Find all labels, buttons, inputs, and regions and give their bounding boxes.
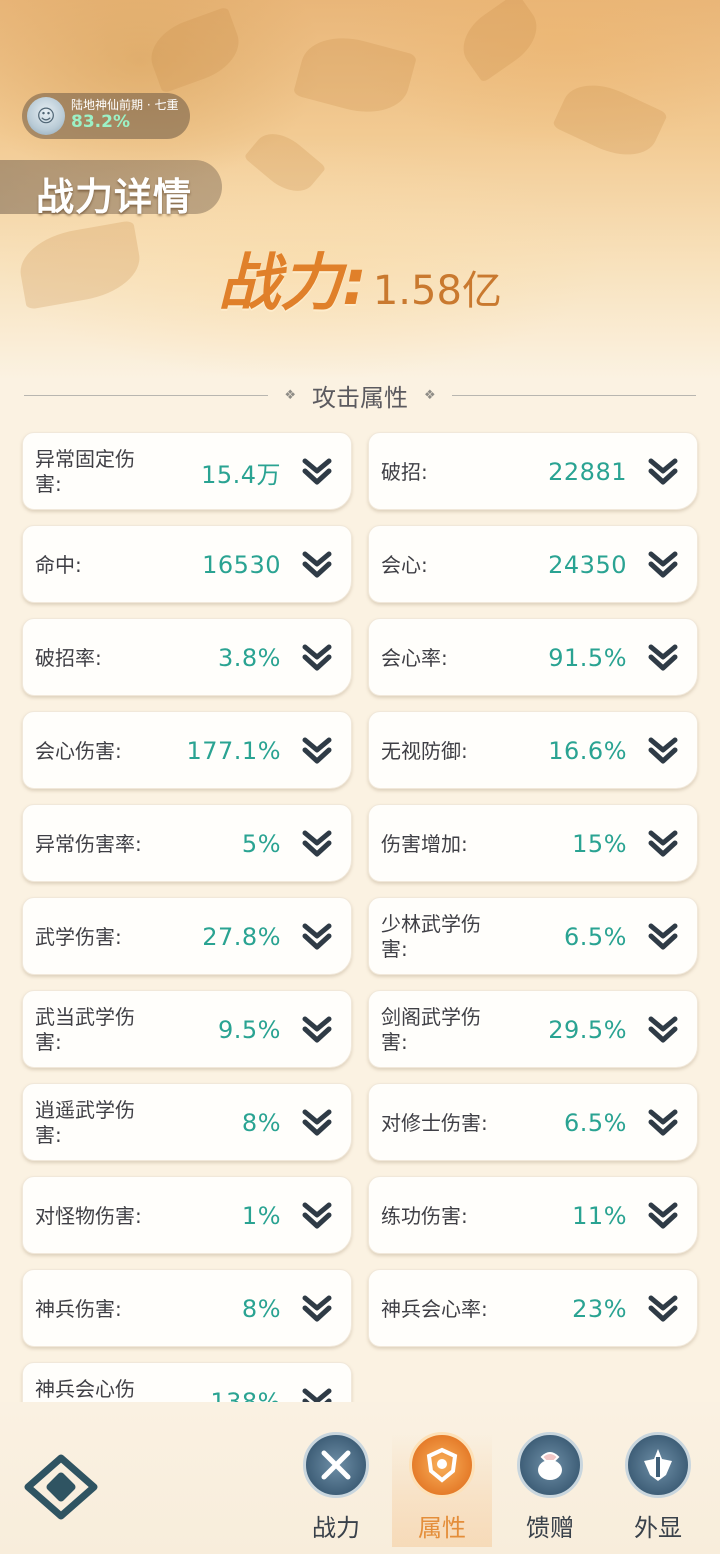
attribute-value: 177.1% xyxy=(186,737,281,765)
attribute-value: 29.5% xyxy=(548,1016,627,1044)
attribute-label: 伤害增加: xyxy=(381,831,468,856)
attribute-card[interactable]: 会心率: 91.5% xyxy=(368,618,698,696)
tab-label: 战力 xyxy=(312,1514,360,1542)
attribute-label: 武学伤害: xyxy=(35,924,122,949)
double-chevron-down-icon[interactable] xyxy=(301,1201,333,1231)
attribute-label: 神兵会心伤害: xyxy=(35,1377,135,1401)
attribute-card[interactable]: 对怪物伤害: 1% xyxy=(22,1176,352,1254)
tab-gifts[interactable]: 馈赠 xyxy=(500,1432,600,1547)
attribute-card[interactable]: 会心伤害: 177.1% xyxy=(22,711,352,789)
attribute-value: 6.5% xyxy=(564,1109,627,1137)
attribute-label: 异常固定伤害: xyxy=(35,447,135,496)
attribute-label: 会心率: xyxy=(381,645,448,670)
double-chevron-down-icon[interactable] xyxy=(647,1201,679,1231)
attribute-label: 异常伤害率: xyxy=(35,831,142,856)
tab-appearance[interactable]: 外显 xyxy=(608,1432,708,1547)
double-chevron-down-icon[interactable] xyxy=(301,643,333,673)
double-chevron-down-icon[interactable] xyxy=(647,829,679,859)
bottom-nav: 战力 属性 馈赠 外显 xyxy=(0,1402,720,1554)
attribute-value: 16530 xyxy=(202,551,281,579)
attribute-value: 15.4万 xyxy=(201,460,281,489)
attribute-label: 神兵伤害: xyxy=(35,1296,122,1321)
attribute-value: 5% xyxy=(241,830,281,858)
attribute-value: 1% xyxy=(241,1202,281,1230)
attribute-card[interactable]: 异常伤害率: 5% xyxy=(22,804,352,882)
attribute-label: 破招: xyxy=(381,459,428,484)
attribute-card[interactable]: 逍遥武学伤害: 8% xyxy=(22,1083,352,1161)
double-chevron-down-icon[interactable] xyxy=(647,1294,679,1324)
tab-attributes[interactable]: 属性 xyxy=(392,1432,492,1547)
attribute-value: 22881 xyxy=(548,458,627,486)
attribute-card[interactable]: 伤害增加: 15% xyxy=(368,804,698,882)
attribute-label: 对怪物伤害: xyxy=(35,1203,142,1228)
attribute-card[interactable]: 武当武学伤害: 9.5% xyxy=(22,990,352,1068)
tab-power[interactable]: 战力 xyxy=(286,1432,386,1547)
attribute-label: 无视防御: xyxy=(381,738,468,763)
attribute-label: 破招率: xyxy=(35,645,102,670)
double-chevron-down-icon[interactable] xyxy=(301,829,333,859)
attribute-value: 23% xyxy=(572,1295,627,1323)
double-chevron-down-icon[interactable] xyxy=(647,1015,679,1045)
attribute-card[interactable]: 神兵会心率: 23% xyxy=(368,1269,698,1347)
attribute-label: 练功伤害: xyxy=(381,1203,468,1228)
crossed-swords-icon xyxy=(303,1432,369,1498)
double-chevron-down-icon[interactable] xyxy=(647,922,679,952)
attribute-shield-icon xyxy=(409,1432,475,1498)
attribute-value: 9.5% xyxy=(218,1016,281,1044)
double-chevron-down-icon[interactable] xyxy=(647,736,679,766)
tab-label: 外显 xyxy=(634,1514,682,1542)
attribute-value: 138% xyxy=(210,1388,281,1402)
attribute-label: 对修士伤害: xyxy=(381,1110,488,1135)
attribute-value: 3.8% xyxy=(218,644,281,672)
double-chevron-down-icon[interactable] xyxy=(301,1387,333,1402)
attribute-value: 16.6% xyxy=(548,737,627,765)
attribute-card[interactable]: 破招: 22881 xyxy=(368,432,698,510)
attribute-label: 武当武学伤害: xyxy=(35,1005,135,1054)
attribute-card[interactable]: 神兵会心伤害: 138% xyxy=(22,1362,352,1402)
double-chevron-down-icon[interactable] xyxy=(647,1108,679,1138)
double-chevron-down-icon[interactable] xyxy=(301,736,333,766)
attribute-label: 会心伤害: xyxy=(35,738,122,763)
attribute-card[interactable]: 命中: 16530 xyxy=(22,525,352,603)
attribute-card[interactable]: 神兵伤害: 8% xyxy=(22,1269,352,1347)
attribute-card[interactable]: 武学伤害: 27.8% xyxy=(22,897,352,975)
double-chevron-down-icon[interactable] xyxy=(301,922,333,952)
gift-bag-icon xyxy=(517,1432,583,1498)
double-chevron-down-icon[interactable] xyxy=(647,457,679,487)
attribute-card[interactable]: 少林武学伤害: 6.5% xyxy=(368,897,698,975)
attribute-card[interactable]: 练功伤害: 11% xyxy=(368,1176,698,1254)
double-chevron-down-icon[interactable] xyxy=(301,550,333,580)
home-icon[interactable] xyxy=(22,1454,100,1520)
attribute-card[interactable]: 无视防御: 16.6% xyxy=(368,711,698,789)
attribute-card[interactable]: 异常固定伤害: 15.4万 xyxy=(22,432,352,510)
attribute-card[interactable]: 剑阁武学伤害: 29.5% xyxy=(368,990,698,1068)
armor-icon xyxy=(625,1432,691,1498)
double-chevron-down-icon[interactable] xyxy=(301,1015,333,1045)
attribute-value: 27.8% xyxy=(202,923,281,951)
double-chevron-down-icon[interactable] xyxy=(647,550,679,580)
attribute-label: 剑阁武学伤害: xyxy=(381,1005,481,1054)
attribute-label: 会心: xyxy=(381,552,428,577)
attribute-value: 15% xyxy=(572,830,627,858)
attribute-value: 11% xyxy=(572,1202,627,1230)
attribute-value: 24350 xyxy=(548,551,627,579)
attribute-card[interactable]: 破招率: 3.8% xyxy=(22,618,352,696)
attribute-card[interactable]: 对修士伤害: 6.5% xyxy=(368,1083,698,1161)
attribute-label: 神兵会心率: xyxy=(381,1296,488,1321)
attribute-value: 8% xyxy=(241,1109,281,1137)
attribute-label: 少林武学伤害: xyxy=(381,912,481,961)
double-chevron-down-icon[interactable] xyxy=(301,1108,333,1138)
double-chevron-down-icon[interactable] xyxy=(301,457,333,487)
double-chevron-down-icon[interactable] xyxy=(301,1294,333,1324)
attribute-value: 91.5% xyxy=(548,644,627,672)
tab-label: 属性 xyxy=(418,1514,466,1542)
attribute-grid: 异常固定伤害: 15.4万 破招: 22881 命中: 16530 会心: 24350 破招率:… xyxy=(0,0,720,1402)
attribute-value: 6.5% xyxy=(564,923,627,951)
tab-label: 馈赠 xyxy=(526,1514,574,1542)
attribute-card[interactable]: 会心: 24350 xyxy=(368,525,698,603)
double-chevron-down-icon[interactable] xyxy=(647,643,679,673)
attribute-value: 8% xyxy=(241,1295,281,1323)
attribute-label: 命中: xyxy=(35,552,82,577)
attribute-label: 逍遥武学伤害: xyxy=(35,1098,135,1147)
